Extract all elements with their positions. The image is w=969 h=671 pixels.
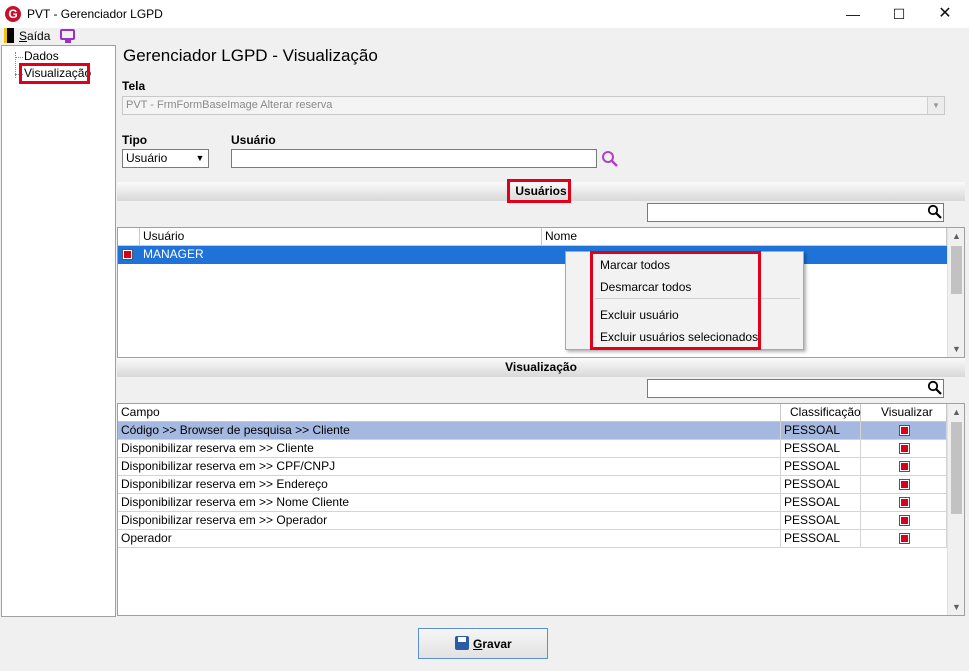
classificacao-cell[interactable]: PESSOAL xyxy=(781,422,861,440)
monitor-stand-icon xyxy=(65,40,71,43)
classificacao-cell[interactable]: PESSOAL xyxy=(781,512,861,530)
row-checkbox[interactable] xyxy=(118,246,140,264)
checkbox-checked-icon[interactable] xyxy=(899,479,910,490)
campo-cell[interactable]: Operador xyxy=(118,530,781,548)
table-row[interactable]: Disponibilizar reserva em >> CPF/CNPJ PES… xyxy=(118,458,947,476)
usuario-label: Usuário xyxy=(231,133,276,147)
exit-button[interactable]: Saída xyxy=(19,29,50,43)
tela-label: Tela xyxy=(122,79,146,93)
campo-cell[interactable]: Disponibilizar reserva em >> Nome Client… xyxy=(118,494,781,512)
visualizacao-grid: Campo Classificação Visualizar Código >>… xyxy=(117,403,965,616)
exit-icon[interactable] xyxy=(4,28,14,43)
table-row[interactable]: Código >> Browser de pesquisa >> Cliente… xyxy=(118,422,947,440)
campo-cell[interactable]: Disponibilizar reserva em >> Operador xyxy=(118,512,781,530)
scroll-thumb[interactable] xyxy=(951,246,962,294)
annotation-highlight-menu xyxy=(590,251,761,350)
window-title: PVT - Gerenciador LGPD xyxy=(27,7,163,21)
visualizacao-scrollbar[interactable]: ▲ ▼ xyxy=(947,404,964,615)
users-scrollbar[interactable]: ▲ ▼ xyxy=(947,228,964,357)
campo-cell[interactable]: Código >> Browser de pesquisa >> Cliente xyxy=(118,422,781,440)
table-row[interactable]: Operador PESSOAL xyxy=(118,530,947,548)
classificacao-cell[interactable]: PESSOAL xyxy=(781,494,861,512)
search-icon[interactable] xyxy=(927,380,943,396)
chevron-down-icon[interactable]: ▼ xyxy=(927,97,944,114)
tipo-label: Tipo xyxy=(122,133,148,147)
checkbox-checked-icon[interactable] xyxy=(899,497,910,508)
visualizar-cell[interactable] xyxy=(861,494,947,512)
visualizar-cell[interactable] xyxy=(861,440,947,458)
scroll-up-icon[interactable]: ▲ xyxy=(948,228,965,244)
grid-header-classificacao[interactable]: Classificação xyxy=(781,404,861,422)
vis-search-input[interactable] xyxy=(647,379,944,398)
users-search-input[interactable] xyxy=(647,203,944,222)
scroll-up-icon[interactable]: ▲ xyxy=(948,404,965,420)
visualizar-cell[interactable] xyxy=(861,458,947,476)
search-icon[interactable] xyxy=(601,150,619,168)
users-grid: Usuário Nome MANAGER ▲ ▼ xyxy=(117,227,965,358)
table-row[interactable]: Disponibilizar reserva em >> Cliente PESS… xyxy=(118,440,947,458)
page-title: Gerenciador LGPD - Visualização xyxy=(123,46,378,65)
grid-header-visualizar[interactable]: Visualizar xyxy=(861,404,947,422)
maximize-button[interactable]: ☐ xyxy=(876,0,922,28)
grid-header-nome[interactable]: Nome xyxy=(542,228,947,246)
annotation-highlight-usuarios xyxy=(507,179,571,203)
usuario-input[interactable] xyxy=(231,149,597,168)
usuario-cell[interactable]: MANAGER xyxy=(140,246,542,264)
scroll-down-icon[interactable]: ▼ xyxy=(948,599,965,615)
chevron-down-icon[interactable]: ▼ xyxy=(192,150,208,167)
search-icon[interactable] xyxy=(927,204,943,220)
checkbox-checked-icon[interactable] xyxy=(899,515,910,526)
tree-line xyxy=(15,57,23,58)
checkbox-checked-icon[interactable] xyxy=(899,533,910,544)
table-row[interactable]: Disponibilizar reserva em >> Endereço PES… xyxy=(118,476,947,494)
classificacao-cell[interactable]: PESSOAL xyxy=(781,476,861,494)
navigation-tree xyxy=(1,45,116,617)
campo-cell[interactable]: Disponibilizar reserva em >> Endereço xyxy=(118,476,781,494)
checkbox-checked-icon[interactable] xyxy=(899,461,910,472)
tree-item-dados[interactable]: Dados xyxy=(24,49,59,63)
visualizacao-section-header: Visualização xyxy=(117,358,965,377)
classificacao-cell[interactable]: PESSOAL xyxy=(781,440,861,458)
visualizar-cell[interactable] xyxy=(861,512,947,530)
grid-header-check xyxy=(118,228,140,246)
save-button-label[interactable]: Gravar xyxy=(473,637,512,651)
tela-select[interactable]: PVT - FrmFormBaseImage Alterar reserva xyxy=(122,96,945,115)
table-row[interactable]: Disponibilizar reserva em >> Nome Client… xyxy=(118,494,947,512)
annotation-highlight-tree xyxy=(19,63,90,84)
visualizar-cell[interactable] xyxy=(861,422,947,440)
scroll-thumb[interactable] xyxy=(951,422,962,514)
visualizar-cell[interactable] xyxy=(861,530,947,548)
campo-cell[interactable]: Disponibilizar reserva em >> Cliente xyxy=(118,440,781,458)
table-row[interactable]: MANAGER xyxy=(118,246,947,264)
grid-header-usuario[interactable]: Usuário xyxy=(140,228,542,246)
classificacao-cell[interactable]: PESSOAL xyxy=(781,458,861,476)
classificacao-cell[interactable]: PESSOAL xyxy=(781,530,861,548)
close-button[interactable]: ✕ xyxy=(922,0,968,28)
monitor-icon[interactable] xyxy=(60,29,75,40)
minimize-button[interactable]: — xyxy=(830,0,876,28)
checkbox-checked-icon[interactable] xyxy=(899,443,910,454)
campo-cell[interactable]: Disponibilizar reserva em >> CPF/CNPJ xyxy=(118,458,781,476)
toolbar xyxy=(0,28,969,45)
checkbox-checked-icon[interactable] xyxy=(899,425,910,436)
checkbox-checked-icon[interactable] xyxy=(122,249,133,260)
app-logo-icon: G xyxy=(5,6,21,22)
scroll-down-icon[interactable]: ▼ xyxy=(948,341,965,357)
save-disk-label-icon xyxy=(458,637,466,642)
visualizar-cell[interactable] xyxy=(861,476,947,494)
grid-header-campo[interactable]: Campo xyxy=(118,404,781,422)
table-row[interactable]: Disponibilizar reserva em >> Operador PES… xyxy=(118,512,947,530)
